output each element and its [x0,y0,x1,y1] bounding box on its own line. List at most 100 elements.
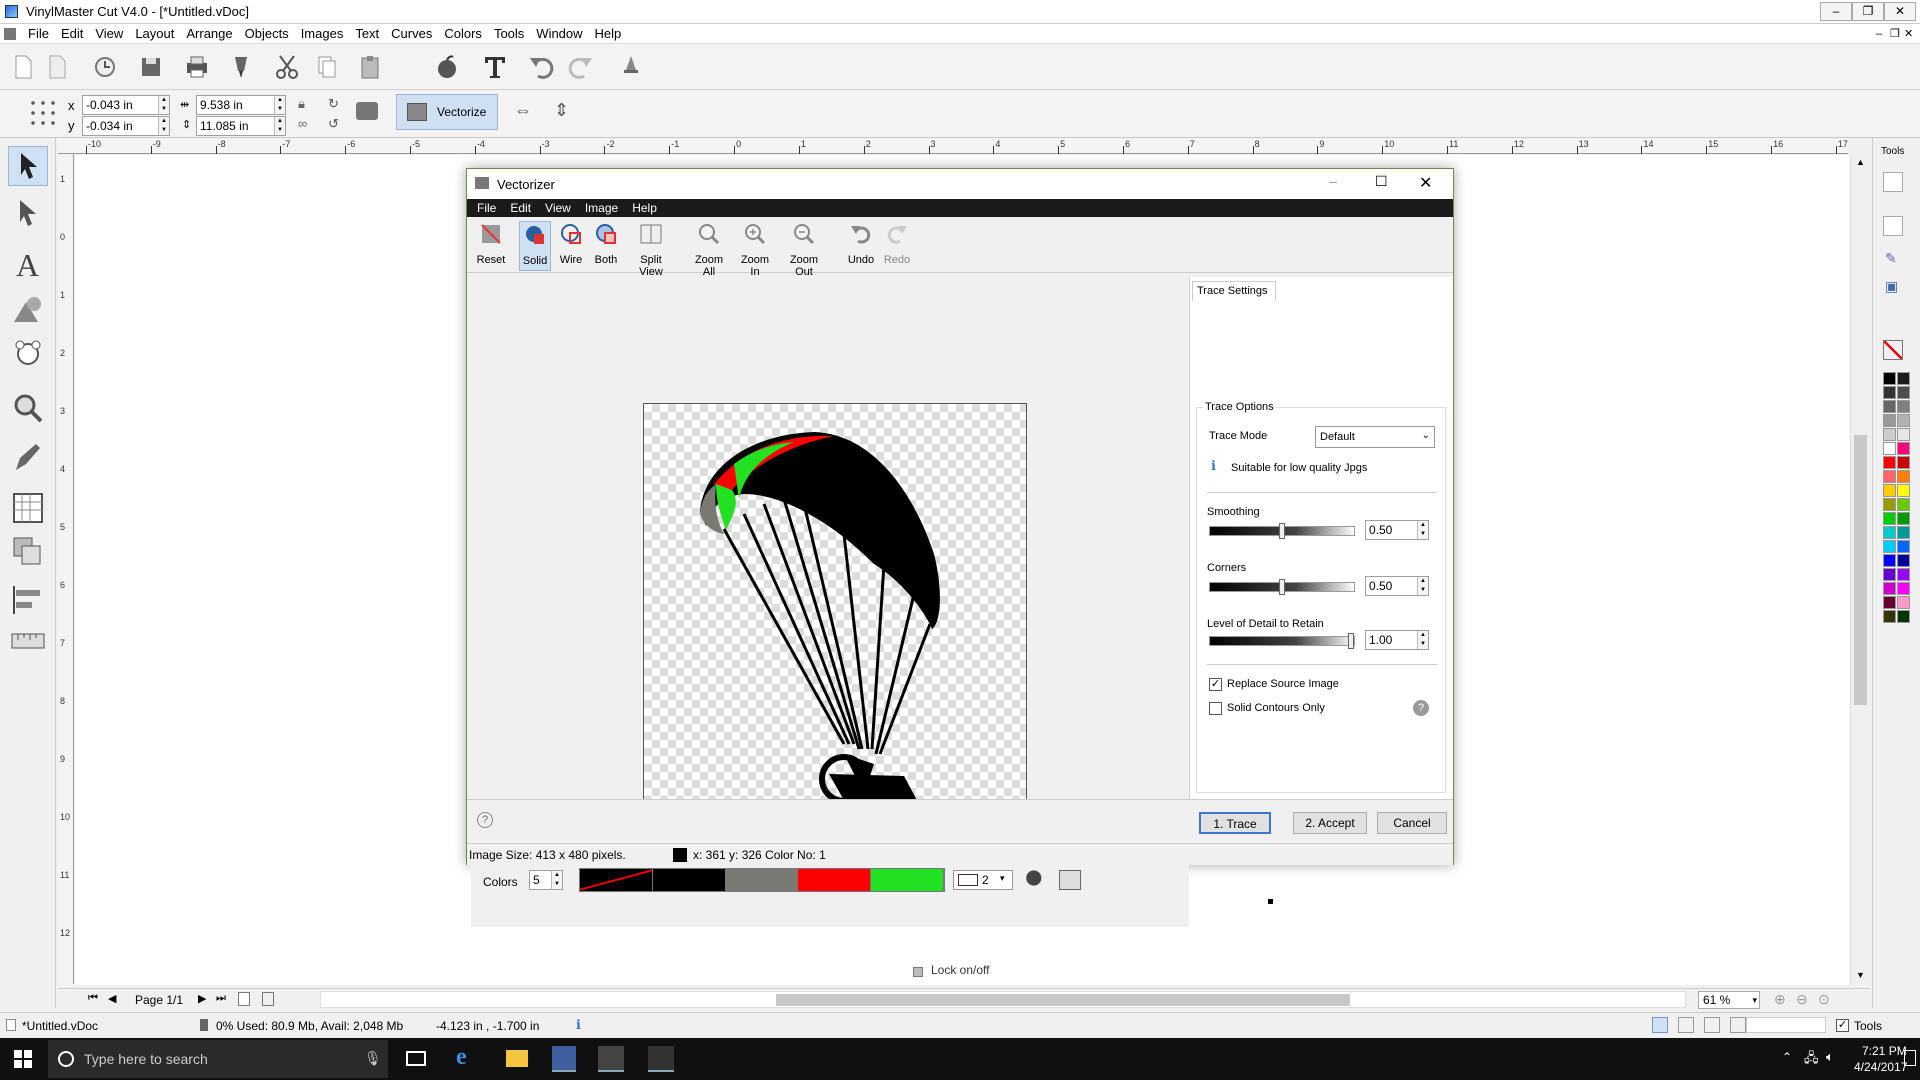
rotate-cw-icon[interactable]: ↻ [328,96,339,112]
network-icon[interactable]: 🖧︎ [1804,1049,1819,1071]
menu-curves[interactable]: Curves [391,26,432,41]
palette-color-swatch[interactable] [1897,428,1910,441]
vmenu-image[interactable]: Image [585,201,618,215]
palette-color-swatch[interactable] [1883,540,1896,553]
detail-slider[interactable] [1209,633,1355,649]
solid-button[interactable]: Solid [519,221,551,271]
eyedropper-icon[interactable]: ✎ [1885,250,1897,267]
palette-color-swatch[interactable] [1883,484,1896,497]
vinylmaster-taskbar-icon[interactable] [598,1046,624,1072]
undo-icon[interactable] [526,52,556,82]
vmenu-file[interactable]: File [477,201,496,215]
menu-edit[interactable]: Edit [61,26,83,41]
apple-tool-icon[interactable] [432,52,462,82]
trace-color-swatch[interactable] [871,869,944,891]
corners-input[interactable]: 0.50 ▲ ▼ [1365,576,1429,596]
y-input[interactable]: -0.034 in ▲ ▼ [82,116,170,136]
menu-arrange[interactable]: Arrange [186,26,232,41]
taskbar-date[interactable]: 4/24/2017 [1854,1060,1907,1074]
next-page-icon[interactable]: ▶ [198,992,206,1005]
palette-color-swatch[interactable] [1883,442,1896,455]
palette-color-swatch[interactable] [1883,414,1896,427]
menu-file[interactable]: File [28,26,49,41]
menu-colors[interactable]: Colors [444,26,482,41]
clock-icon[interactable] [90,52,120,82]
anchor-grid-icon[interactable] [28,98,58,128]
taskbar-time[interactable]: 7:21 PM [1862,1044,1907,1058]
palette-color-swatch[interactable] [1883,456,1896,469]
menu-tools[interactable]: Tools [494,26,524,41]
prev-page-icon[interactable]: ◀ [108,992,116,1005]
vectorize-button[interactable]: Vectorize [396,94,498,130]
new-document-icon[interactable] [8,52,38,82]
ruler-tool-icon[interactable] [8,622,48,662]
bear-clipart-icon[interactable] [8,334,48,374]
palette-color-swatch[interactable] [1897,498,1910,511]
palette-color-swatch[interactable] [1883,470,1896,483]
align-icon[interactable] [8,580,48,620]
trace-mode-select[interactable]: Default ⌄ [1315,426,1435,448]
palette-color-swatch[interactable] [1897,456,1910,469]
camera-icon[interactable] [356,102,378,120]
palette-color-swatch[interactable] [1883,498,1896,511]
vertical-scrollbar[interactable]: ▲ ▼ [1850,155,1870,985]
wire-button[interactable]: Wire [555,221,587,271]
text-tool-icon[interactable] [480,52,510,82]
tab-trace-settings[interactable]: Trace Settings [1192,281,1276,301]
no-color-icon[interactable] [1883,340,1903,360]
menu-images[interactable]: Images [301,26,344,41]
zoom-select[interactable]: 61 % ▾ [1698,991,1760,1009]
palette-color-swatch[interactable] [1883,596,1896,609]
trace-button[interactable]: 1. Trace [1199,812,1271,834]
menu-view[interactable]: View [95,26,123,41]
trace-color-swatch[interactable] [725,869,799,891]
palette-color-swatch[interactable] [1883,400,1896,413]
zoom-all-button[interactable]: Zoom All [689,221,729,278]
horizontal-scrollbar[interactable] [320,991,1686,1008]
pen-icon[interactable] [8,438,48,478]
help-icon[interactable]: ? [1413,700,1429,716]
replace-source-checkbox[interactable]: ✓ [1209,678,1222,691]
zoom-out-button[interactable]: Zoom Out [781,221,827,278]
palette-color-swatch[interactable] [1883,386,1896,399]
notification-icon[interactable] [1904,1050,1916,1066]
detail-input[interactable]: 1.00 ▲ ▼ [1365,630,1429,650]
palette-color-swatch[interactable] [1897,414,1910,427]
palette-color-swatch[interactable] [1883,610,1896,623]
trace-color-swatch[interactable] [652,869,726,891]
mdi-minimize-button[interactable]: – [1876,28,1882,40]
split-view-button[interactable]: Split View [627,221,675,278]
view-mode-icon[interactable] [1730,1017,1746,1033]
trace-color-swatch[interactable] [580,869,653,891]
palette-color-swatch[interactable] [1883,512,1896,525]
save-icon[interactable] [136,52,166,82]
volume-icon[interactable]: 🔈︎ [1826,1049,1834,1065]
edge-browser-icon[interactable]: e [456,1044,467,1071]
accept-button[interactable]: 2. Accept [1293,812,1367,834]
palette-color-swatch[interactable] [1897,596,1910,609]
palette-color-swatch[interactable] [1897,484,1910,497]
image-preview[interactable] [643,403,1027,847]
link-icon[interactable]: ∞ [298,116,307,131]
selection-handle[interactable] [1268,899,1273,904]
delete-page-icon[interactable] [262,992,274,1006]
zoom-in-icon[interactable]: ⊕ [1774,991,1786,1008]
cancel-button[interactable]: Cancel [1377,812,1447,834]
dialog-maximize-button[interactable]: ☐ [1375,173,1388,190]
redo-button[interactable]: Redo [881,221,913,271]
palette-color-swatch[interactable] [1883,526,1896,539]
smoothing-slider-thumb[interactable] [1279,523,1285,539]
windows-start-icon[interactable] [14,1050,32,1068]
lock-icon[interactable] [913,967,923,977]
taskbar-search[interactable]: Type here to search 🎙︎ [48,1040,388,1078]
tools-checkbox[interactable]: ✓ [1836,1019,1849,1032]
menu-icon[interactable] [4,27,16,40]
smoothing-input[interactable]: 0.50 ▲ ▼ [1365,520,1429,540]
first-page-icon[interactable]: ⏮ [88,992,98,1005]
print-icon[interactable] [182,52,212,82]
select-tool[interactable] [8,146,48,186]
palette-color-swatch[interactable] [1897,610,1910,623]
zoom-out-icon[interactable]: ⊖ [1796,991,1808,1008]
palette-color-swatch[interactable] [1897,400,1910,413]
palette-color-swatch[interactable] [1897,526,1910,539]
